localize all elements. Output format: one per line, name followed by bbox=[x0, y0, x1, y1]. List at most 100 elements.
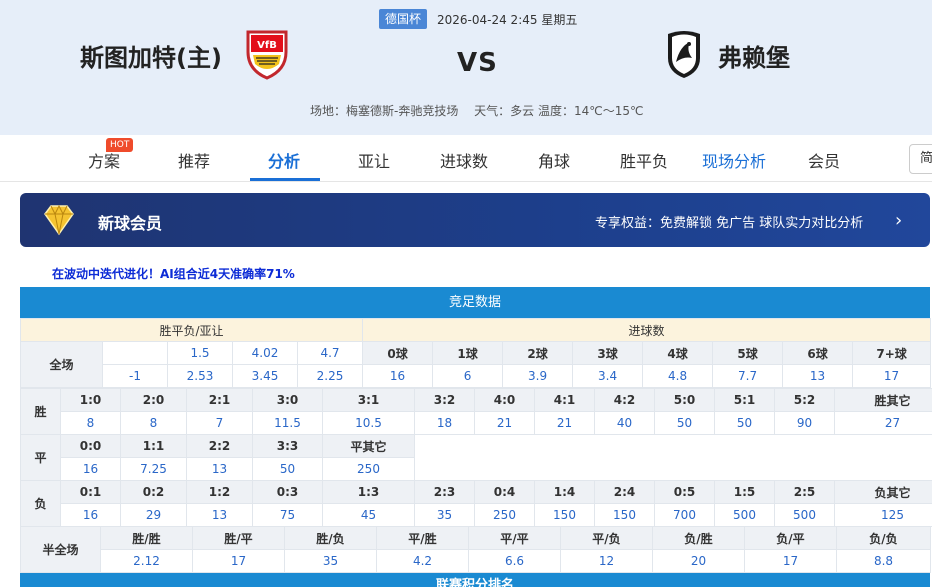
member-banner[interactable]: 新球会员 专享权益：免费解锁 免广告 球队实力对比分析 › bbox=[20, 193, 930, 247]
score-odds-cell[interactable]: 35 bbox=[414, 503, 475, 527]
match-header: 德国杯 2026-04-24 2:45 星期五 斯图加特(主) VfB VS 弗… bbox=[0, 0, 932, 135]
goal-odds-cell[interactable]: 17 bbox=[852, 364, 932, 388]
goals-header: 进球数 bbox=[362, 318, 932, 342]
tab-goals[interactable]: 进球数 bbox=[440, 148, 488, 172]
score-odds-cell[interactable]: 13 bbox=[186, 503, 253, 527]
score-odds-cell[interactable]: 500 bbox=[774, 503, 835, 527]
goal-label-cell: 1球 bbox=[432, 341, 504, 365]
goal-label-cell: 7+球 bbox=[852, 341, 932, 365]
score-odds-cell[interactable]: 8 bbox=[60, 411, 121, 435]
goal-odds-cell[interactable]: 3.9 bbox=[502, 364, 574, 388]
spf-odds-cell[interactable]: 4.7 bbox=[296, 341, 364, 365]
score-label-cell: 2:3 bbox=[414, 480, 475, 504]
score-odds-cell[interactable]: 27 bbox=[834, 411, 932, 435]
handicap-cell: -1 bbox=[102, 364, 168, 388]
score-odds-cell[interactable]: 13 bbox=[186, 457, 253, 481]
tab-asian-handicap[interactable]: 亚让 bbox=[358, 148, 390, 172]
league-standings-section-title: 联赛积分排名 bbox=[20, 573, 930, 587]
score-odds-cell[interactable]: 8 bbox=[120, 411, 187, 435]
spf-odds-cell[interactable]: 1.5 bbox=[167, 341, 233, 365]
score-odds-cell[interactable]: 21 bbox=[474, 411, 535, 435]
half-full-result-cell: 胜/平 bbox=[192, 526, 285, 550]
score-odds-cell[interactable]: 7.25 bbox=[120, 457, 187, 481]
half-full-odds-cell[interactable]: 17 bbox=[744, 549, 837, 573]
score-label-cell: 3:1 bbox=[322, 388, 415, 412]
half-full-odds-cell[interactable]: 12 bbox=[560, 549, 653, 573]
score-label-cell: 5:1 bbox=[714, 388, 775, 412]
ai-promo-link[interactable]: 在波动中迭代进化！AI组合近4天准确率71% bbox=[52, 265, 295, 282]
rq-odds-cell[interactable]: 3.45 bbox=[232, 364, 298, 388]
half-full-odds-cell[interactable]: 20 bbox=[652, 549, 745, 573]
goal-odds-cell[interactable]: 16 bbox=[362, 364, 434, 388]
tab-membership[interactable]: 会员 bbox=[808, 148, 840, 172]
venue-text: 场地：梅塞德斯-奔驰竞技场 bbox=[310, 104, 459, 118]
score-label-cell: 1:3 bbox=[322, 480, 415, 504]
goal-odds-cell[interactable]: 6 bbox=[432, 364, 504, 388]
score-label-cell: 1:0 bbox=[60, 388, 121, 412]
score-label-cell: 平其它 bbox=[322, 434, 415, 458]
tab-corners[interactable]: 角球 bbox=[538, 148, 570, 172]
score-label-cell: 2:2 bbox=[186, 434, 253, 458]
rq-odds-cell[interactable]: 2.25 bbox=[296, 364, 364, 388]
language-switch[interactable]: 简 bbox=[909, 144, 932, 174]
half-full-result-cell: 胜/负 bbox=[284, 526, 377, 550]
tab-recommend[interactable]: 推荐 bbox=[178, 148, 210, 172]
half-full-odds-cell[interactable]: 8.8 bbox=[836, 549, 931, 573]
diamond-vip-icon bbox=[44, 204, 74, 236]
score-label-cell: 3:2 bbox=[414, 388, 475, 412]
goal-odds-cell[interactable]: 13 bbox=[782, 364, 854, 388]
score-odds-cell[interactable]: 90 bbox=[774, 411, 835, 435]
tab-live-analysis[interactable]: 现场分析 bbox=[702, 148, 766, 172]
score-odds-cell[interactable]: 75 bbox=[252, 503, 323, 527]
away-team-name[interactable]: 弗赖堡 bbox=[718, 38, 790, 73]
tab-analysis[interactable]: 分析 bbox=[268, 148, 300, 172]
league-badge[interactable]: 德国杯 bbox=[379, 9, 428, 29]
score-label-cell: 负其它 bbox=[834, 480, 932, 504]
score-label-cell: 2:1 bbox=[186, 388, 253, 412]
draw-label: 平 bbox=[20, 434, 61, 481]
score-odds-cell[interactable]: 250 bbox=[474, 503, 535, 527]
score-odds-cell[interactable]: 125 bbox=[834, 503, 932, 527]
half-full-odds-cell[interactable]: 35 bbox=[284, 549, 377, 573]
half-full-odds-cell[interactable]: 17 bbox=[192, 549, 285, 573]
score-odds-cell[interactable]: 16 bbox=[60, 457, 121, 481]
score-odds-cell[interactable]: 700 bbox=[654, 503, 715, 527]
rq-odds-cell[interactable]: 2.53 bbox=[167, 364, 233, 388]
spf-odds-cell[interactable]: 4.02 bbox=[232, 341, 298, 365]
member-banner-title: 新球会员 bbox=[98, 214, 163, 233]
score-odds-cell[interactable]: 150 bbox=[534, 503, 595, 527]
chevron-right-icon[interactable]: › bbox=[895, 210, 902, 231]
score-odds-cell[interactable]: 500 bbox=[714, 503, 775, 527]
half-full-odds-cell[interactable]: 2.12 bbox=[100, 549, 193, 573]
score-odds-cell[interactable]: 50 bbox=[654, 411, 715, 435]
score-odds-cell[interactable]: 16 bbox=[60, 503, 121, 527]
score-odds-cell[interactable]: 45 bbox=[322, 503, 415, 527]
score-odds-cell[interactable]: 11.5 bbox=[252, 411, 323, 435]
score-odds-cell[interactable]: 7 bbox=[186, 411, 253, 435]
half-full-odds-cell[interactable]: 6.6 bbox=[468, 549, 561, 573]
score-label-cell: 1:2 bbox=[186, 480, 253, 504]
score-odds-cell[interactable]: 18 bbox=[414, 411, 475, 435]
half-full-odds-cell[interactable]: 4.2 bbox=[376, 549, 469, 573]
score-odds-cell[interactable]: 10.5 bbox=[322, 411, 415, 435]
tab-win-draw-lose[interactable]: 胜平负 bbox=[620, 148, 668, 172]
home-team-crest-icon[interactable]: VfB bbox=[244, 28, 290, 80]
goal-odds-cell[interactable]: 7.7 bbox=[712, 364, 784, 388]
score-label-cell: 胜其它 bbox=[834, 388, 932, 412]
score-odds-cell[interactable]: 150 bbox=[594, 503, 655, 527]
score-label-cell: 1:1 bbox=[120, 434, 187, 458]
half-full-result-cell: 胜/胜 bbox=[100, 526, 193, 550]
score-odds-cell[interactable]: 29 bbox=[120, 503, 187, 527]
full-time-label: 全场 bbox=[20, 341, 103, 388]
score-odds-cell[interactable]: 250 bbox=[322, 457, 415, 481]
away-team-crest-icon[interactable] bbox=[664, 28, 704, 80]
score-odds-cell[interactable]: 21 bbox=[534, 411, 595, 435]
goal-odds-cell[interactable]: 4.8 bbox=[642, 364, 714, 388]
score-odds-cell[interactable]: 50 bbox=[252, 457, 323, 481]
lose-label: 负 bbox=[20, 480, 61, 527]
goal-odds-cell[interactable]: 3.4 bbox=[572, 364, 644, 388]
score-odds-cell[interactable]: 50 bbox=[714, 411, 775, 435]
home-team-name[interactable]: 斯图加特(主) bbox=[80, 38, 222, 73]
score-odds-cell[interactable]: 40 bbox=[594, 411, 655, 435]
score-label-cell: 5:2 bbox=[774, 388, 835, 412]
